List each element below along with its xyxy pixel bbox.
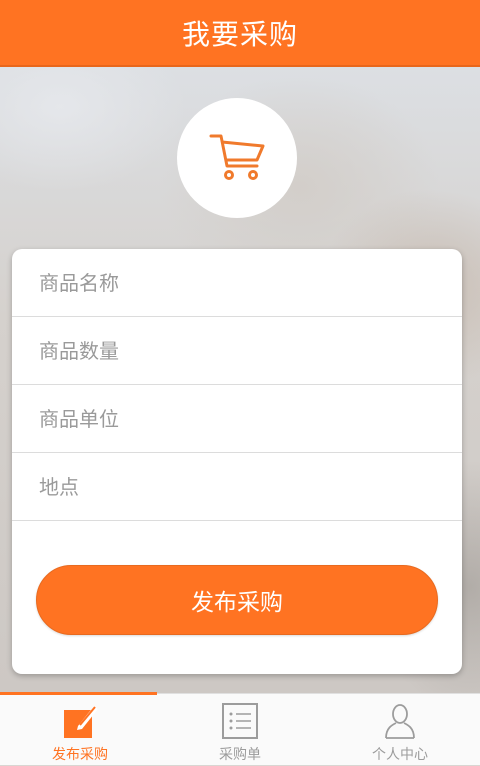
shopping-cart-icon bbox=[209, 134, 265, 180]
user-icon bbox=[385, 704, 415, 739]
list-icon bbox=[222, 703, 258, 739]
product-quantity-input[interactable] bbox=[37, 337, 421, 364]
location-input[interactable] bbox=[37, 473, 421, 500]
tab-label: 发布采购 bbox=[52, 747, 108, 763]
bottom-tab-bar: 发布采购 采购单 个人中心 bbox=[0, 692, 480, 766]
tab-label: 采购单 bbox=[219, 747, 261, 763]
location-field[interactable] bbox=[12, 453, 462, 521]
publish-purchase-button[interactable]: 发布采购 bbox=[36, 565, 438, 635]
product-name-input[interactable] bbox=[37, 269, 421, 296]
top-bar: 我要采购 bbox=[0, 0, 480, 67]
edit-icon bbox=[64, 706, 98, 738]
cart-avatar bbox=[177, 98, 297, 218]
tab-purchase-orders[interactable]: 采购单 bbox=[160, 694, 320, 766]
product-quantity-field[interactable] bbox=[12, 317, 462, 385]
product-unit-input[interactable] bbox=[37, 405, 421, 432]
product-name-field[interactable] bbox=[12, 249, 462, 317]
page-title: 我要采购 bbox=[181, 17, 298, 51]
purchase-form: 发布采购 bbox=[12, 249, 462, 674]
tab-label: 个人中心 bbox=[372, 747, 428, 763]
tab-personal-center[interactable]: 个人中心 bbox=[320, 694, 480, 766]
product-unit-field[interactable] bbox=[12, 385, 462, 453]
tab-publish-purchase[interactable]: 发布采购 bbox=[0, 692, 160, 766]
